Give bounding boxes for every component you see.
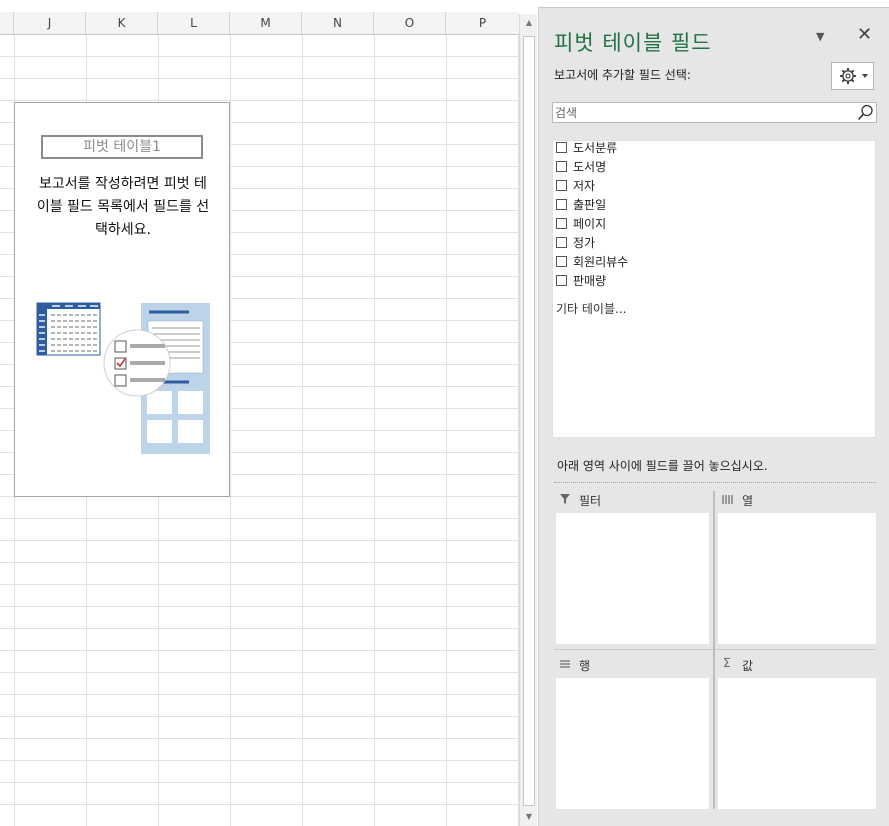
filter-area-label: 필터 — [579, 494, 602, 508]
field-label: 정가 — [573, 236, 596, 250]
checkbox[interactable] — [556, 199, 567, 210]
area-divider — [554, 482, 876, 483]
area-column-separator — [713, 491, 715, 809]
checkbox[interactable] — [556, 142, 567, 153]
scroll-up-icon[interactable]: ▲ — [520, 14, 538, 32]
pane-title: 피벗 테이블 필드 — [554, 31, 712, 55]
column-header-k[interactable]: K — [86, 12, 158, 34]
area-row-separator — [554, 649, 876, 650]
rows-icon — [560, 660, 570, 668]
columns-drop-area[interactable] — [718, 513, 876, 644]
field-item-sales[interactable]: 판매량 — [556, 272, 606, 290]
field-label: 도서명 — [573, 160, 607, 174]
sigma-icon: Σ — [723, 656, 731, 670]
vertical-scrollbar[interactable]: ▲ ▼ — [519, 14, 537, 826]
field-item-category[interactable]: 도서분류 — [556, 139, 617, 157]
pivot-illustration-icon — [36, 302, 210, 454]
checkbox[interactable] — [556, 180, 567, 191]
field-label: 저자 — [573, 179, 596, 193]
column-header-m[interactable]: M — [230, 12, 302, 34]
column-header-o[interactable]: O — [374, 12, 446, 34]
checkbox[interactable] — [556, 161, 567, 172]
pivot-instruction-text: 보고서를 작성하려면 피벗 테 이블 필드 목록에서 필드를 선 택하세요. — [21, 173, 225, 242]
chevron-down-icon — [862, 74, 868, 78]
field-label: 도서분류 — [573, 141, 618, 155]
columns-area-label: 열 — [742, 494, 754, 508]
pivot-instruction-line: 보고서를 작성하려면 피벗 테 — [39, 176, 207, 192]
field-label: 판매량 — [573, 274, 607, 288]
search-input[interactable] — [553, 103, 855, 122]
field-item-price[interactable]: 정가 — [556, 234, 595, 252]
choose-fields-label: 보고서에 추가할 필드 선택: — [554, 68, 691, 82]
pane-options-chevron-icon[interactable]: ▼ — [816, 30, 824, 43]
filter-icon — [560, 494, 570, 504]
pivot-field-list-pane: 피벗 테이블 필드 ▼ ✕ 보고서에 추가할 필드 선택: 도서 — [538, 8, 889, 826]
field-label: 페이지 — [573, 217, 607, 231]
field-item-title[interactable]: 도서명 — [556, 158, 606, 176]
field-list: 도서분류 도서명 저자 출판일 페이지 정가 회원리뷰수 판매량 기타 테이블.… — [552, 140, 876, 438]
field-item-publish-date[interactable]: 출판일 — [556, 196, 606, 214]
spreadsheet-area[interactable]: J K L M N O P 피벗 테이블1 보고서를 작성하려면 피벗 테 이블… — [0, 0, 519, 826]
column-header-partial[interactable] — [0, 12, 14, 34]
search-icon[interactable] — [857, 104, 874, 121]
scroll-down-icon[interactable]: ▼ — [520, 808, 538, 826]
field-item-pages[interactable]: 페이지 — [556, 215, 606, 233]
values-area-label: 값 — [742, 659, 754, 673]
rows-drop-area[interactable] — [556, 678, 709, 809]
sheet-top-strip — [0, 0, 519, 12]
column-header-p[interactable]: P — [446, 12, 519, 34]
values-drop-area[interactable] — [718, 678, 876, 809]
more-tables-link[interactable]: 기타 테이블... — [556, 300, 626, 317]
close-icon[interactable]: ✕ — [857, 24, 872, 45]
drag-fields-label: 아래 영역 사이에 필드를 끌어 놓으십시오. — [557, 459, 768, 473]
field-search-box[interactable] — [552, 102, 877, 123]
checkbox[interactable] — [556, 275, 567, 286]
column-header-l[interactable]: L — [158, 12, 230, 34]
filter-drop-area[interactable] — [556, 513, 709, 644]
field-item-review-count[interactable]: 회원리뷰수 — [556, 253, 628, 271]
pivot-table-placeholder[interactable]: 피벗 테이블1 보고서를 작성하려면 피벗 테 이블 필드 목록에서 필드를 선… — [14, 102, 230, 497]
pane-top-border — [538, 0, 889, 8]
tools-button[interactable] — [831, 62, 874, 90]
checkbox[interactable] — [556, 237, 567, 248]
checkbox[interactable] — [556, 256, 567, 267]
field-label: 출판일 — [573, 198, 607, 212]
rows-area-label: 행 — [579, 659, 591, 673]
pivot-instruction-line: 택하세요. — [95, 222, 151, 238]
scrollbar-thumb[interactable] — [523, 36, 535, 806]
column-header-row: J K L M N O P — [0, 12, 519, 35]
gear-icon — [840, 68, 868, 84]
pivot-instruction-line: 이블 필드 목록에서 필드를 선 — [36, 199, 210, 215]
column-header-n[interactable]: N — [302, 12, 374, 34]
field-item-author[interactable]: 저자 — [556, 177, 595, 195]
checkbox[interactable] — [556, 218, 567, 229]
column-header-j[interactable]: J — [14, 12, 86, 34]
pivot-table-name: 피벗 테이블1 — [41, 135, 203, 159]
columns-icon — [722, 495, 733, 504]
field-label: 회원리뷰수 — [573, 255, 629, 269]
